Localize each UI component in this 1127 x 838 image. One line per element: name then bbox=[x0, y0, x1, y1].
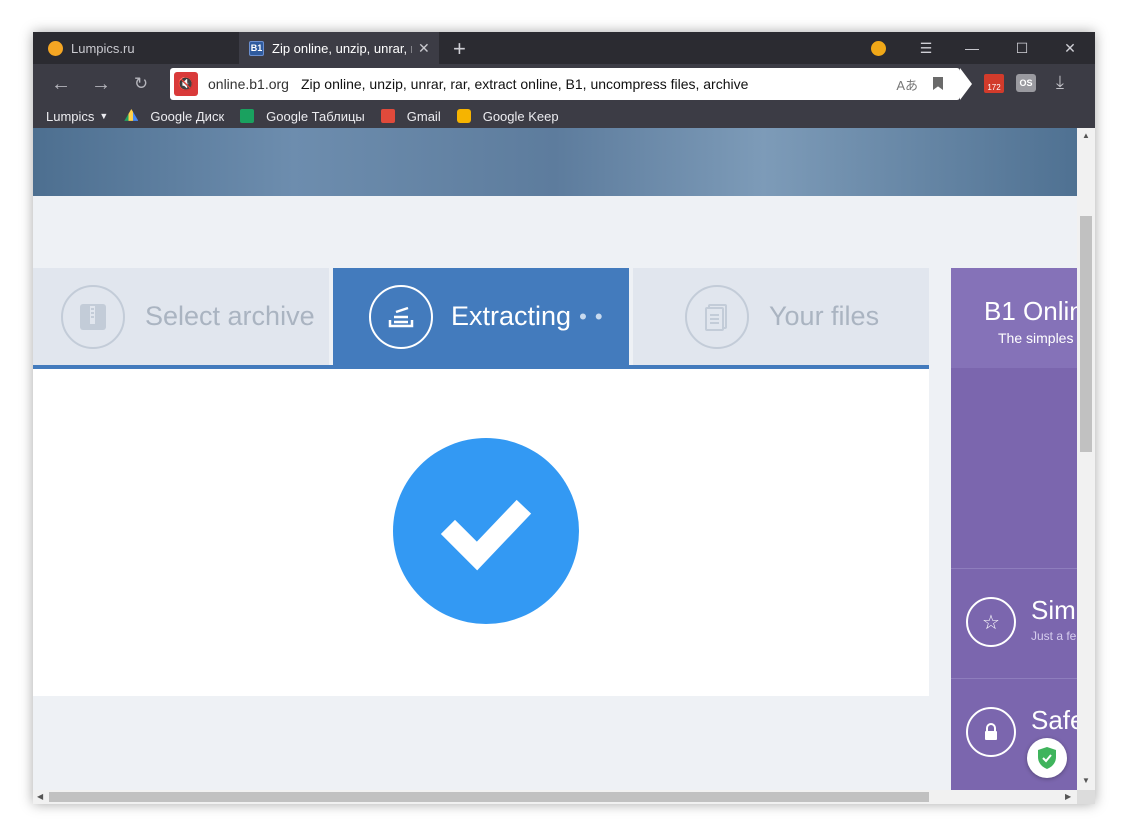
bookmark-google-keep[interactable]: Google Keep bbox=[456, 108, 559, 124]
close-tab-icon[interactable]: ✕ bbox=[418, 40, 430, 57]
horizontal-scroll-thumb[interactable] bbox=[49, 792, 929, 802]
address-domain: online.b1.org bbox=[208, 76, 289, 92]
gmail-icon bbox=[380, 109, 395, 123]
lumpics-favicon-icon bbox=[48, 40, 63, 56]
star-icon: ☆ bbox=[966, 597, 1016, 647]
step-label: Extracting bbox=[451, 301, 572, 331]
back-arrow-icon[interactable]: ← bbox=[48, 72, 74, 96]
new-tab-button[interactable]: + bbox=[453, 36, 466, 62]
archive-icon bbox=[61, 284, 125, 349]
bookmark-label: Lumpics bbox=[46, 108, 95, 124]
forward-arrow-icon[interactable]: → bbox=[88, 72, 114, 96]
extract-icon bbox=[369, 284, 433, 349]
bookmark-google-sheets[interactable]: Google Таблицы bbox=[240, 109, 365, 124]
scroll-up-icon[interactable]: ▲ bbox=[1082, 131, 1090, 140]
bookmark-icon[interactable] bbox=[933, 77, 943, 90]
feature-title: Simp bbox=[1031, 595, 1077, 625]
sidebar-subtitle: The simples bbox=[998, 330, 1074, 346]
bookmarks-bar: Lumpics ▼ Google Диск Google Таблицы Gma… bbox=[33, 104, 1095, 128]
toolbar: ← → ↻ 🔇 online.b1.org Zip online, unzip,… bbox=[33, 64, 1095, 104]
progress-dots: • • bbox=[579, 303, 604, 329]
protect-icon[interactable] bbox=[871, 41, 886, 56]
extraction-panel bbox=[33, 369, 929, 696]
google-drive-icon bbox=[124, 109, 139, 121]
bookmark-google-drive[interactable]: Google Диск bbox=[124, 109, 224, 124]
b1-favicon-icon: B1 bbox=[249, 40, 264, 56]
shield-icon bbox=[1038, 747, 1056, 769]
bookmark-gmail[interactable]: Gmail bbox=[380, 108, 441, 124]
success-check-icon bbox=[393, 438, 579, 624]
steps-bar: Select archive Extracting • • Your files bbox=[33, 268, 929, 369]
sidebar-title: B1 Onlin bbox=[984, 296, 1077, 326]
horizontal-scrollbar[interactable]: ◀ ▶ bbox=[33, 790, 1077, 804]
bookmark-label: Google Keep bbox=[482, 108, 559, 124]
step-label: Your files bbox=[769, 301, 880, 331]
lock-icon bbox=[966, 707, 1016, 757]
close-window-button[interactable]: ✕ bbox=[1047, 32, 1093, 64]
vertical-scrollbar[interactable]: ▲ ▼ bbox=[1077, 128, 1095, 790]
tab-title: Zip online, unzip, unrar, r bbox=[272, 40, 412, 56]
step-extracting[interactable]: Extracting • • bbox=[333, 268, 629, 365]
sidebar-panel: B1 Onlin The simples ☆ Simp Just a fe Sa… bbox=[951, 268, 1077, 790]
calendar-extension-icon[interactable]: 172 bbox=[984, 74, 1004, 93]
feature-title: Safe bbox=[1031, 705, 1077, 735]
hero-banner bbox=[33, 128, 1077, 196]
bookmark-lumpics[interactable]: Lumpics ▼ bbox=[46, 109, 108, 124]
tab-bar: Lumpics.ru B1 Zip online, unzip, unrar, … bbox=[33, 32, 1095, 64]
tab-b1-online[interactable]: B1 Zip online, unzip, unrar, r ✕ bbox=[239, 32, 439, 64]
feature-subtitle: Just a fe bbox=[1031, 629, 1077, 643]
scroll-down-icon[interactable]: ▼ bbox=[1082, 776, 1090, 785]
reload-icon[interactable]: ↻ bbox=[128, 72, 154, 96]
google-sheets-icon bbox=[240, 109, 255, 123]
bookmark-label: Google Таблицы bbox=[266, 108, 365, 124]
menu-icon[interactable]: ☰ bbox=[903, 32, 949, 64]
maximize-button[interactable]: ☐ bbox=[999, 32, 1045, 64]
scroll-right-icon[interactable]: ▶ bbox=[1065, 792, 1071, 801]
feature-simple: ☆ Simp Just a fe bbox=[951, 568, 1077, 678]
google-keep-icon bbox=[456, 109, 471, 123]
files-icon bbox=[685, 284, 749, 349]
browser-window: Lumpics.ru B1 Zip online, unzip, unrar, … bbox=[33, 32, 1095, 804]
address-page-title: Zip online, unzip, unrar, rar, extract o… bbox=[300, 76, 749, 92]
scroll-left-icon[interactable]: ◀ bbox=[37, 792, 43, 801]
insecure-connection-icon[interactable]: 🔇 bbox=[174, 72, 198, 96]
step-label: Select archive bbox=[145, 301, 315, 331]
translate-icon[interactable]: Aあ bbox=[896, 75, 918, 94]
os-extension-icon[interactable]: OS bbox=[1016, 74, 1036, 92]
minimize-button[interactable]: — bbox=[949, 32, 995, 64]
vertical-scroll-thumb[interactable] bbox=[1080, 216, 1092, 452]
tab-title: Lumpics.ru bbox=[71, 40, 135, 56]
bookmark-label: Google Диск bbox=[150, 108, 225, 124]
sidebar-header: B1 Onlin The simples bbox=[951, 268, 1077, 368]
step-select-archive[interactable]: Select archive bbox=[33, 268, 329, 365]
bookmark-label: Gmail bbox=[406, 108, 441, 124]
address-bar[interactable]: 🔇 online.b1.org Zip online, unzip, unrar… bbox=[170, 68, 972, 100]
page-viewport: Select archive Extracting • • Your files… bbox=[33, 128, 1077, 790]
step-your-files[interactable]: Your files bbox=[633, 268, 929, 365]
scrollbar-corner bbox=[1077, 790, 1095, 804]
protection-shield-button[interactable] bbox=[1027, 738, 1067, 778]
download-icon[interactable]: ⤓ bbox=[1056, 72, 1064, 93]
dropdown-arrow-icon: ▼ bbox=[99, 111, 109, 121]
tab-lumpics[interactable]: Lumpics.ru bbox=[33, 32, 238, 64]
